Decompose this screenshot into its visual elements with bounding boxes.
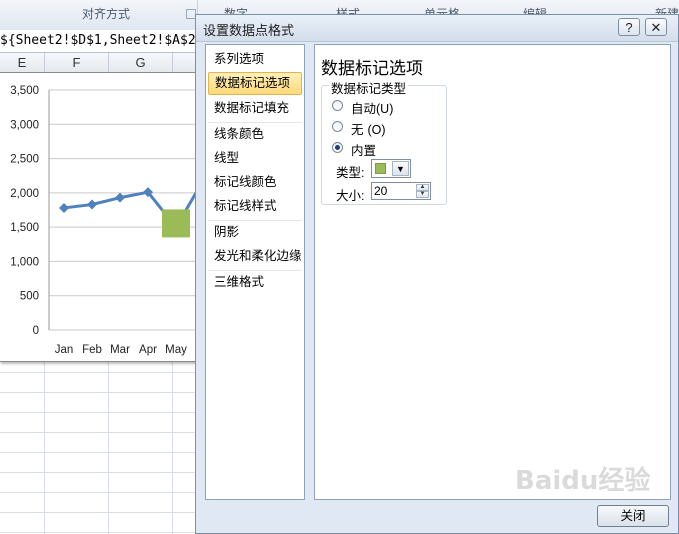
radio-button[interactable] bbox=[332, 121, 343, 132]
dialog-titlebar[interactable]: 设置数据点格式 ? ✕ bbox=[196, 15, 678, 42]
group-title: 数据标记类型 bbox=[329, 78, 409, 97]
chart-plot: 0 500 1,000 1,500 2,000 2,500 3,000 3,500 Jan Feb… bbox=[10, 85, 200, 356]
options-panel: 数据标记选项 数据标记类型 自动(U) 无 (O) 内置 类型: 大小: ▼ 2… bbox=[314, 44, 671, 500]
y-tick-label: 1,500 bbox=[10, 222, 39, 234]
y-tick-label: 500 bbox=[20, 291, 39, 303]
column-header-e[interactable]: E bbox=[0, 53, 45, 72]
column-header-g[interactable]: G bbox=[109, 53, 173, 72]
nav-item-marker-line-color[interactable]: 标记线颜色 bbox=[208, 171, 302, 194]
radio-button[interactable] bbox=[332, 100, 343, 111]
size-label: 大小: bbox=[336, 189, 365, 203]
dialog-title: 设置数据点格式 bbox=[203, 23, 295, 38]
grid-line bbox=[0, 412, 200, 413]
column-headers: E F G bbox=[0, 53, 200, 73]
x-tick-label: Feb bbox=[82, 344, 102, 356]
y-tick-label: 3,000 bbox=[10, 119, 39, 131]
y-tick-label: 0 bbox=[33, 325, 39, 337]
nav-item-line-color[interactable]: 线条颜色 bbox=[208, 123, 302, 146]
x-tick-label: Jan bbox=[55, 344, 74, 356]
radio-label: 无 (O) bbox=[351, 123, 386, 137]
marker-type-select[interactable]: ▼ bbox=[371, 159, 411, 178]
nav-item-marker-options[interactable]: 数据标记选项 bbox=[208, 72, 302, 95]
nav-item-marker-fill[interactable]: 数据标记填充 bbox=[208, 97, 302, 120]
grid-line bbox=[0, 392, 200, 393]
format-data-point-dialog: 设置数据点格式 ? ✕ 系列选项 数据标记选项 数据标记填充 线条颜色 线型 标… bbox=[195, 14, 679, 534]
close-icon[interactable]: ✕ bbox=[645, 18, 667, 36]
radio-button[interactable] bbox=[332, 142, 343, 153]
y-tick-label: 3,500 bbox=[10, 85, 39, 97]
spin-down-icon[interactable]: ▼ bbox=[416, 191, 429, 198]
nav-item-marker-line-style[interactable]: 标记线样式 bbox=[208, 195, 302, 218]
radio-label: 自动(U) bbox=[351, 102, 394, 116]
help-button[interactable]: ? bbox=[618, 18, 640, 36]
grid-line bbox=[0, 532, 200, 533]
radio-label: 内置 bbox=[351, 144, 377, 158]
column-header-f[interactable]: F bbox=[45, 53, 109, 72]
nav-item-shadow[interactable]: 阴影 bbox=[208, 221, 302, 244]
grid-line bbox=[0, 492, 200, 493]
data-point-marker bbox=[59, 202, 69, 213]
grid-line bbox=[0, 432, 200, 433]
panel-title: 数据标记选项 bbox=[321, 59, 423, 78]
grid-line bbox=[0, 472, 200, 473]
grid-line bbox=[0, 452, 200, 453]
type-label: 类型: bbox=[336, 166, 365, 180]
nav-item-series-options[interactable]: 系列选项 bbox=[208, 48, 302, 71]
y-tick-label: 1,000 bbox=[10, 256, 39, 268]
spin-up-icon[interactable]: ▲ bbox=[416, 184, 429, 191]
nav-item-line-style[interactable]: 线型 bbox=[208, 147, 302, 170]
x-tick-label: Mar bbox=[110, 344, 130, 356]
x-tick-label: Apr bbox=[139, 344, 157, 356]
square-marker-icon bbox=[375, 163, 386, 174]
category-list: 系列选项 数据标记选项 数据标记填充 线条颜色 线型 标记线颜色 标记线样式 阴… bbox=[205, 44, 305, 500]
data-point-marker bbox=[115, 192, 125, 203]
marker-size-spinner[interactable]: ▲ ▼ bbox=[371, 182, 431, 200]
watermark: Baidu经验 bbox=[515, 466, 651, 496]
formula-bar[interactable]: ${Sheet2!$D$1,Sheet2!$A$2 bbox=[0, 30, 200, 53]
grid-line bbox=[0, 372, 200, 373]
grid-line bbox=[0, 512, 200, 513]
y-tick-label: 2,000 bbox=[10, 188, 39, 200]
ribbon-group-alignment[interactable]: 对齐方式 bbox=[82, 5, 130, 22]
marker-size-input[interactable] bbox=[374, 183, 414, 199]
chevron-down-icon[interactable]: ▼ bbox=[392, 161, 409, 176]
line-chart[interactable]: 0 500 1,000 1,500 2,000 2,500 3,000 3,500 Jan Feb… bbox=[0, 72, 200, 362]
x-tick-label: May bbox=[165, 344, 187, 356]
nav-item-3d-format[interactable]: 三维格式 bbox=[208, 271, 302, 294]
data-point-marker bbox=[87, 199, 97, 210]
y-tick-label: 2,500 bbox=[10, 154, 39, 166]
nav-item-glow-soft-edges[interactable]: 发光和柔化边缘 bbox=[208, 245, 302, 268]
selected-point-marker bbox=[162, 209, 190, 238]
